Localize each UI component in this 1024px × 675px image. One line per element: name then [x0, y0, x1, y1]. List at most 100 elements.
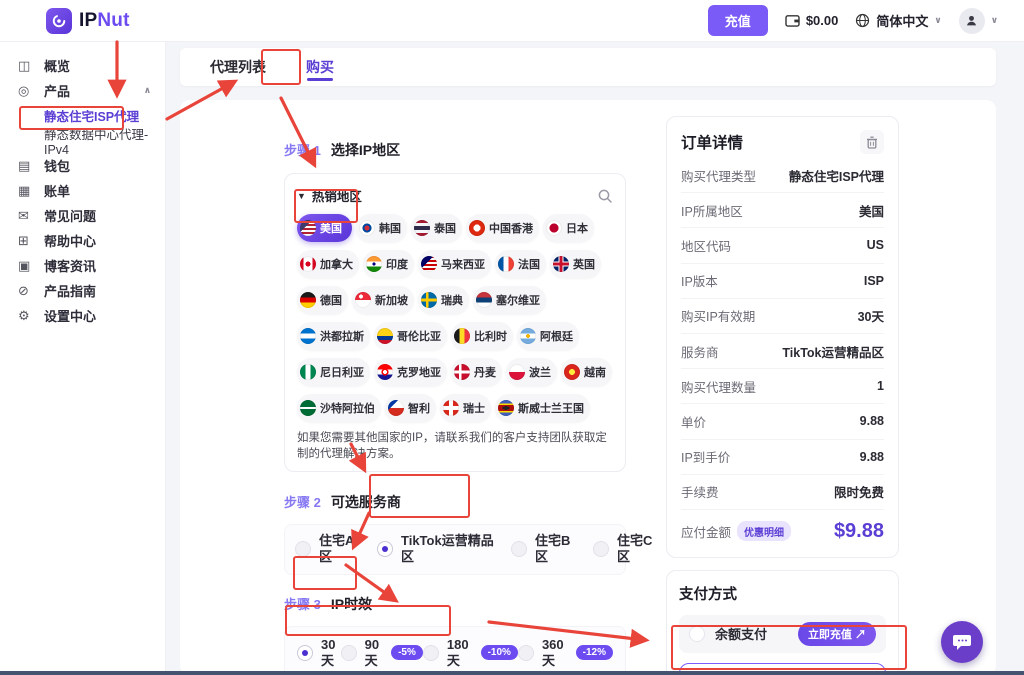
duration-option-label: 180天 [447, 637, 469, 670]
language-selector[interactable]: 简体中文 ∨ [855, 11, 941, 30]
country-pill[interactable]: 瑞士 [440, 394, 491, 422]
recharge-button[interactable]: 充值 [708, 5, 768, 36]
flag-icon-ca [300, 256, 316, 272]
country-pill[interactable]: 阿根廷 [517, 322, 579, 350]
clear-order-button[interactable] [860, 130, 884, 154]
search-icon[interactable] [597, 188, 613, 204]
service-option[interactable]: 住宅A区 [295, 533, 363, 566]
duration-radio[interactable] [423, 645, 439, 661]
country-pill[interactable]: 斯威士兰王国 [495, 394, 590, 422]
sidebar-item-label: 帮助中心 [44, 231, 96, 250]
duration-option[interactable]: 360天-12% [518, 637, 613, 670]
balance-pay-radio[interactable] [689, 626, 705, 642]
flag-icon-pl [509, 364, 525, 380]
wallet-balance[interactable]: $0.00 [785, 13, 839, 28]
flag-icon-us [300, 220, 316, 236]
service-option[interactable]: TikTok运营精品区 [377, 533, 497, 566]
country-pill[interactable]: 尼日利亚 [297, 358, 370, 386]
order-row-label: IP版本 [681, 271, 718, 290]
country-pill[interactable]: 德国 [297, 286, 348, 314]
country-pill[interactable]: 新加坡 [352, 286, 414, 314]
flag-icon-hk [469, 220, 485, 236]
service-radio[interactable] [377, 541, 393, 557]
discount-detail-badge[interactable]: 优惠明细 [737, 521, 791, 541]
tab-buy[interactable]: 购买 [306, 48, 334, 86]
flag-icon-sg [355, 292, 371, 308]
country-name: 印度 [386, 256, 408, 272]
country-pill[interactable]: 印度 [363, 250, 414, 278]
steps-column: 步骤 1 选择IP地区 ▼ 热销地区 美国韩国泰国中国香港 [284, 140, 626, 675]
sidebar-item-label: 设置中心 [44, 306, 96, 325]
duration-options: 30天90天-5% 180天 -10%360天-12% [284, 626, 626, 675]
order-row-value: 9.88 [860, 414, 884, 428]
country-pill[interactable]: 英国 [550, 250, 601, 278]
brand-nut: Nut [97, 10, 129, 31]
service-radio[interactable] [511, 541, 527, 557]
country-name: 中国香港 [489, 220, 533, 236]
sidebar-item-billing[interactable]: ▦账单 [0, 178, 165, 203]
duration-option[interactable]: 180天 -10% [423, 637, 518, 670]
country-pill[interactable]: 中国香港 [466, 214, 539, 242]
country-pill[interactable]: 加拿大 [297, 250, 359, 278]
avatar [959, 8, 985, 34]
sidebar-item-label: 产品 [44, 81, 70, 100]
sidebar-item-overview[interactable]: ◫概览 [0, 53, 165, 78]
country-pill[interactable]: 沙特阿拉伯 [297, 394, 381, 422]
flag-icon-gb [553, 256, 569, 272]
country-pill[interactable]: 塞尔维亚 [473, 286, 546, 314]
country-pill[interactable]: 韩国 [356, 214, 407, 242]
balance-pay-option[interactable]: 余额支付 立即充值 ↗ [679, 615, 886, 653]
duration-option[interactable]: 30天 [297, 637, 341, 670]
order-row: 地区代码US [681, 228, 884, 263]
sidebar-item-product-guide[interactable]: ⊘产品指南 [0, 278, 165, 303]
duration-option[interactable]: 90天-5% [341, 637, 423, 670]
country-name: 马来西亚 [441, 256, 485, 272]
discount-badge: -10% [481, 645, 518, 660]
country-pill[interactable]: 比利时 [451, 322, 513, 350]
country-pill[interactable]: 丹麦 [451, 358, 502, 386]
flag-icon-rs [476, 292, 492, 308]
sidebar-item-blog[interactable]: ▣博客资讯 [0, 253, 165, 278]
recharge-now-button[interactable]: 立即充值 ↗ [798, 622, 876, 646]
country-pill[interactable]: 法国 [495, 250, 546, 278]
chevron-up-icon: ∧ [144, 85, 151, 96]
country-pill[interactable]: 克罗地亚 [374, 358, 447, 386]
sidebar-item-faq[interactable]: ✉常见问题 [0, 203, 165, 228]
country-pill[interactable]: 哥伦比亚 [374, 322, 447, 350]
duration-radio[interactable] [341, 645, 357, 661]
country-pill[interactable]: 马来西亚 [418, 250, 491, 278]
service-radio[interactable] [593, 541, 609, 557]
chat-support-button[interactable] [941, 621, 983, 663]
help-center-icon: ⊞ [18, 233, 33, 249]
sidebar-item-settings[interactable]: ⚙设置中心 [0, 303, 165, 328]
country-name: 斯威士兰王国 [518, 400, 584, 416]
custom-region-note: 如果您需要其他国家的IP，请联系我们的客户支持团队获取定制的代理解决方案。 [297, 430, 613, 462]
country-pill[interactable]: 泰国 [411, 214, 462, 242]
country-pill[interactable]: 美国 [297, 214, 352, 242]
service-option[interactable]: 住宅B区 [511, 533, 579, 566]
products-icon: ◎ [18, 83, 33, 99]
service-radio[interactable] [295, 541, 311, 557]
country-pill[interactable]: 智利 [385, 394, 436, 422]
tab-proxy-list[interactable]: 代理列表 [210, 48, 266, 86]
order-row-value: 30天 [858, 306, 884, 325]
country-pill[interactable]: 波兰 [506, 358, 557, 386]
sidebar-item-help-center[interactable]: ⊞ 帮助中心 [0, 228, 165, 253]
order-row-value: 限时免费 [834, 482, 884, 501]
duration-radio[interactable] [297, 645, 313, 661]
sidebar-item-label: 钱包 [44, 156, 70, 175]
duration-radio[interactable] [518, 645, 534, 661]
country-pill[interactable]: 越南 [561, 358, 612, 386]
total-amount: $9.88 [834, 520, 884, 543]
flag-icon-my [421, 256, 437, 272]
sidebar: ◫概览◎产品∧静态住宅ISP代理静态数据中心代理-IPv4▤钱包▦账单✉常见问题… [0, 42, 166, 675]
country-pill[interactable]: 日本 [543, 214, 594, 242]
user-menu[interactable]: ∨ [959, 8, 998, 34]
sidebar-item-products[interactable]: ◎ 产品 ∧ [0, 78, 165, 103]
service-option[interactable]: 住宅C区 [593, 533, 661, 566]
hot-regions-toggle[interactable]: ▼ 热销地区 [297, 186, 362, 205]
country-pill[interactable]: 洪都拉斯 [297, 322, 370, 350]
country-pill[interactable]: 瑞典 [418, 286, 469, 314]
sidebar-subitem[interactable]: 静态数据中心代理-IPv4 [0, 128, 165, 153]
flag-icon-se [421, 292, 437, 308]
